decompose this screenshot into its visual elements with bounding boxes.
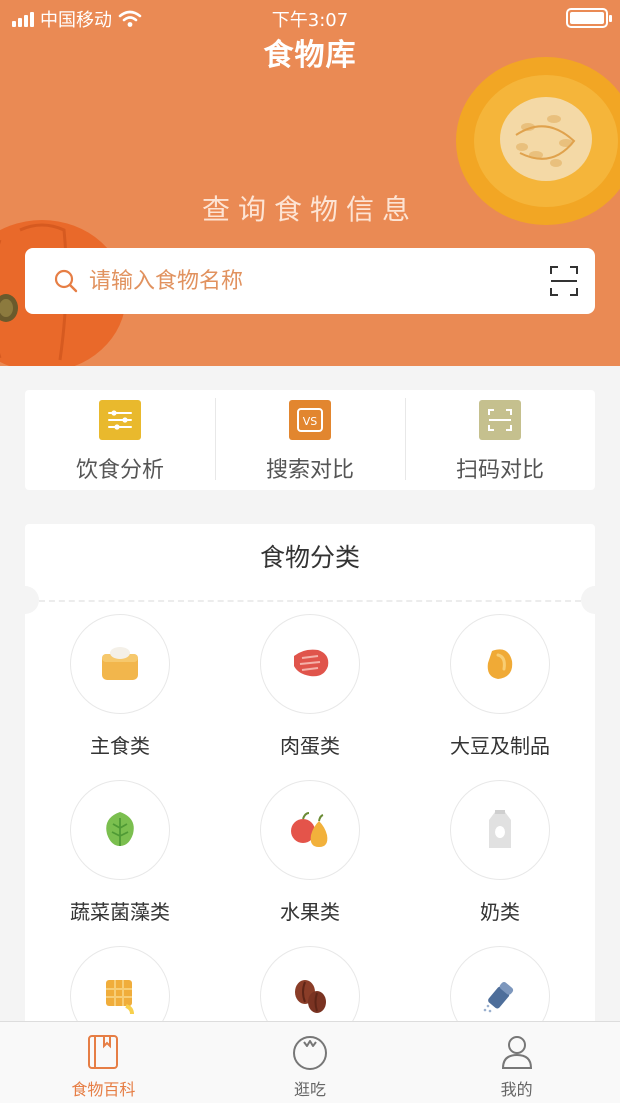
vs-compare-icon: VS (289, 400, 331, 440)
tab-bar: 食物百科 逛吃 我的 (0, 1021, 620, 1103)
category-label: 奶类 (480, 900, 520, 924)
battery-icon (566, 8, 612, 28)
status-time: 下午3:07 (271, 10, 349, 31)
scan-compare-button[interactable]: 扫码对比 (405, 390, 595, 490)
waffle-icon (106, 980, 134, 1015)
scan-icon[interactable] (549, 265, 579, 297)
header-banner: 中国移动 下午3:07 食物库 查询食物信息 (0, 0, 620, 366)
category-meat-egg[interactable]: 肉蛋类 (215, 614, 405, 759)
category-title: 食物分类 (259, 543, 360, 572)
milk-carton-icon (489, 810, 511, 848)
scan-compare-label: 扫码对比 (455, 458, 544, 483)
salt-shaker-icon (483, 982, 514, 1013)
search-input[interactable] (89, 262, 509, 300)
svg-text:VS: VS (303, 415, 318, 428)
quick-actions: 饮食分析 VS 搜索对比 扫码对比 (25, 390, 595, 490)
tab-label: 食物百科 (71, 1080, 136, 1099)
tab-food-encyclopedia[interactable]: 食物百科 (0, 1022, 207, 1103)
diet-analysis-icon (99, 400, 141, 440)
diet-analysis-button[interactable]: 饮食分析 (25, 390, 215, 490)
category-fruit[interactable]: 水果类 (215, 780, 405, 925)
category-staple[interactable]: 主食类 (25, 614, 215, 759)
soybean-icon (487, 649, 513, 679)
fruit-icon (291, 812, 328, 847)
category-label: 蔬菜菌藻类 (70, 900, 170, 924)
tab-label: 逛吃 (294, 1080, 327, 1099)
diet-analysis-label: 饮食分析 (75, 458, 164, 483)
meat-icon (294, 649, 329, 677)
scan-compare-icon (479, 400, 521, 440)
search-bar[interactable] (25, 248, 595, 314)
food-category-card: 食物分类 主食类 肉蛋类 大豆及制品 蔬菜菌藻类 水果类 奶类 (11, 524, 609, 1046)
header-subtitle: 查询食物信息 (201, 193, 418, 226)
page-title: 食物库 (263, 38, 357, 73)
category-label: 肉蛋类 (280, 734, 340, 758)
status-bar: 中国移动 下午3:07 (0, 0, 620, 34)
category-label: 水果类 (280, 900, 340, 924)
category-label: 主食类 (90, 734, 150, 758)
tab-browse-eat[interactable]: 逛吃 (207, 1022, 414, 1103)
tab-label: 我的 (500, 1080, 533, 1099)
coffee-beans-icon (295, 980, 326, 1013)
search-icon (54, 269, 78, 293)
divider (39, 600, 581, 602)
category-milk[interactable]: 奶类 (405, 780, 595, 925)
category-vegetable[interactable]: 蔬菜菌藻类 (25, 780, 215, 925)
category-soy[interactable]: 大豆及制品 (405, 614, 595, 759)
category-label: 大豆及制品 (450, 734, 550, 758)
bread-icon (102, 647, 138, 680)
user-icon (501, 1036, 532, 1069)
search-compare-label: 搜索对比 (265, 458, 354, 483)
book-icon (88, 1035, 119, 1069)
search-compare-button[interactable]: VS 搜索对比 (215, 390, 405, 490)
tab-profile[interactable]: 我的 (413, 1022, 620, 1103)
blueberry-icon (293, 1036, 327, 1070)
vegetable-leaf-icon (106, 812, 134, 846)
